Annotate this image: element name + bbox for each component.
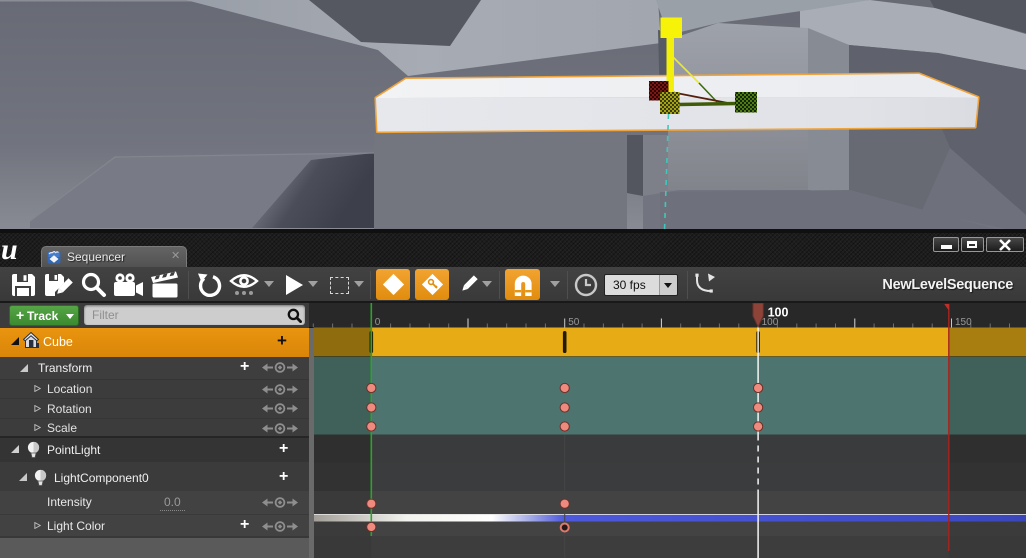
svg-text:0: 0 [375,317,381,328]
svg-text:150: 150 [955,317,972,328]
svg-text:100: 100 [768,306,789,320]
svg-text:50: 50 [568,317,580,328]
